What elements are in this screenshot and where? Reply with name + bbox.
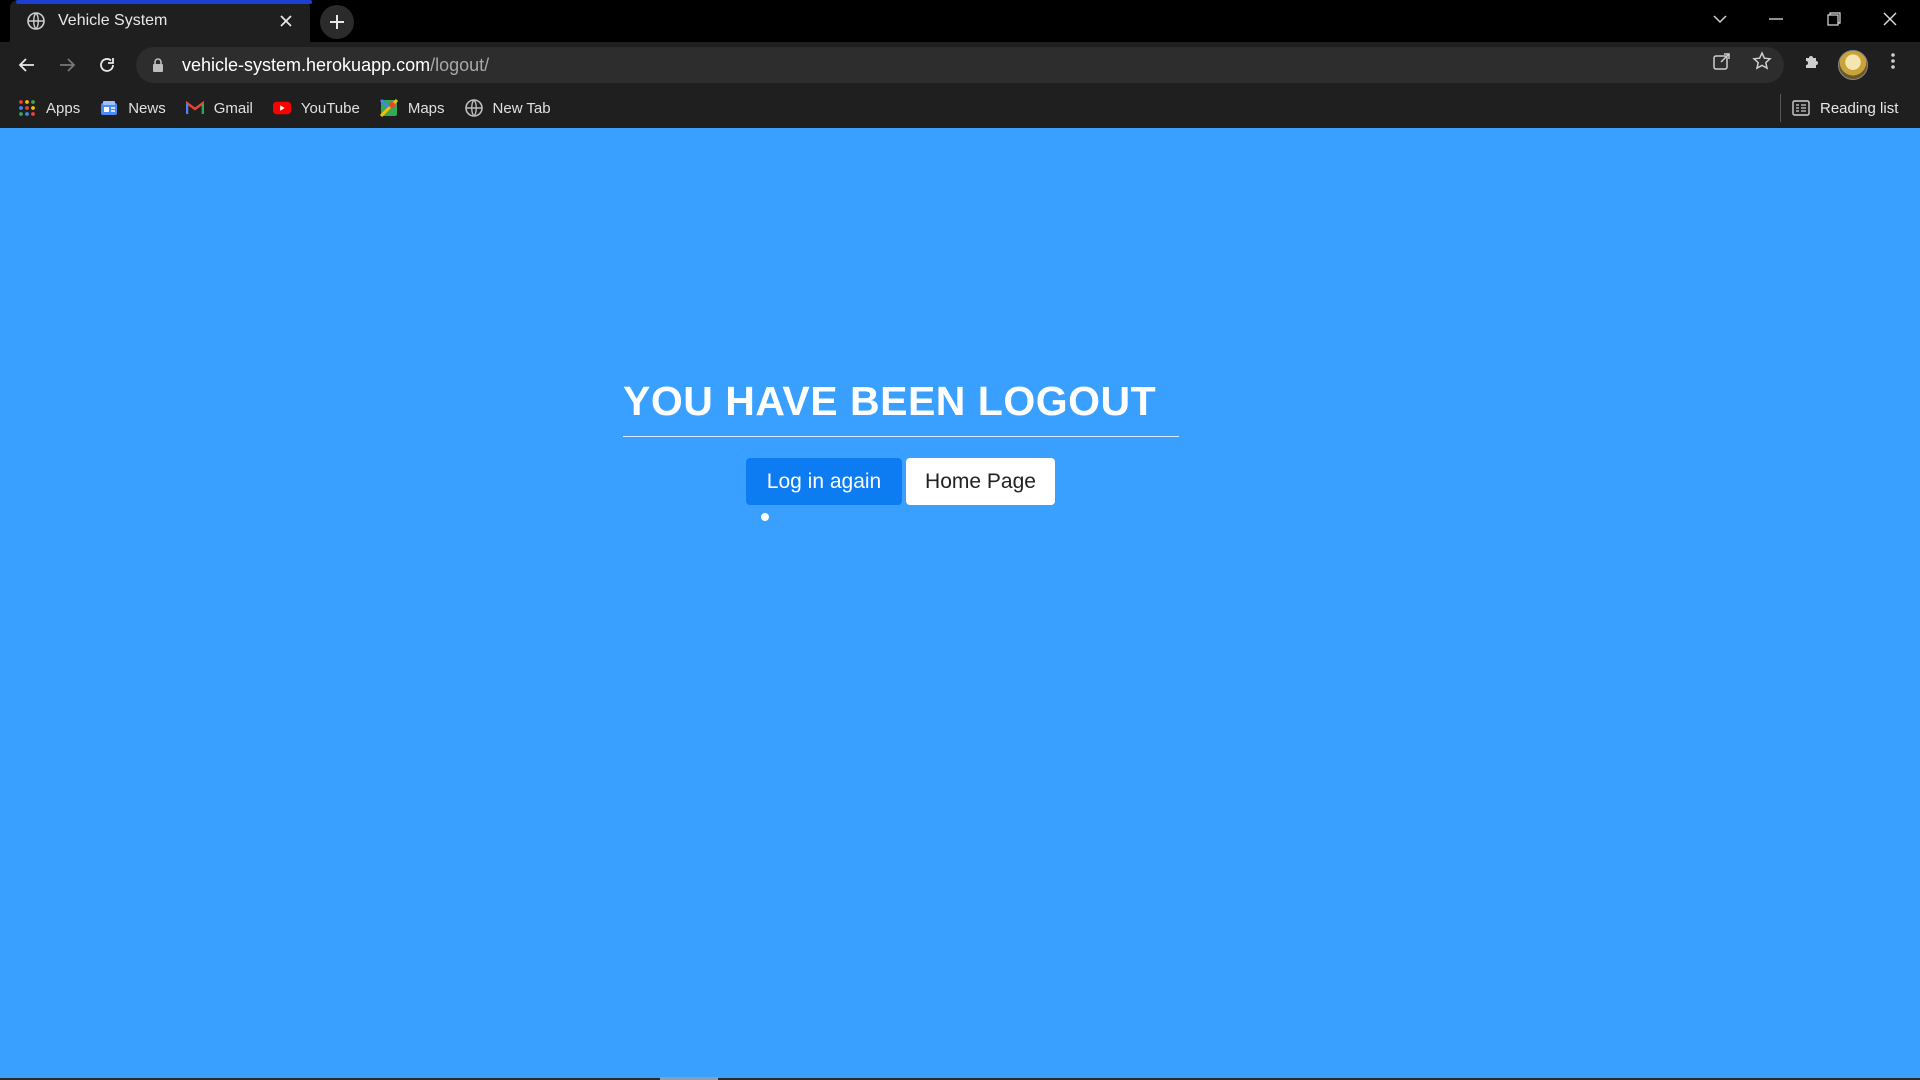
close-tab-icon[interactable]: [274, 9, 298, 33]
browser-toolbar: vehicle-system.herokuapp.com/logout/: [0, 42, 1920, 88]
bookmark-youtube[interactable]: YouTube: [263, 94, 370, 122]
page-content: YOU HAVE BEEN LOGOUT Log in again Home P…: [0, 128, 1920, 1080]
share-icon[interactable]: [1711, 50, 1733, 72]
url-host: vehicle-system.herokuapp.com: [182, 54, 431, 75]
bookmark-maps[interactable]: Maps: [370, 94, 455, 122]
bookmark-label: New Tab: [492, 99, 551, 117]
bookmark-apps[interactable]: Apps: [8, 94, 90, 122]
bookmark-label: YouTube: [300, 99, 360, 117]
globe-icon: [26, 11, 46, 31]
mouse-cursor: [761, 513, 769, 521]
bookmarks-bar: Apps News Gmail YouTube Maps New Tab: [0, 88, 1920, 128]
url-path: /logout/: [430, 54, 490, 75]
log-in-again-button[interactable]: Log in again: [746, 458, 902, 505]
tab-title: Vehicle System: [58, 12, 168, 29]
youtube-icon: [272, 99, 291, 117]
tab-strip: Vehicle System: [0, 0, 1920, 42]
bookmark-star-icon[interactable]: [1751, 50, 1773, 72]
extensions-icon[interactable]: [1801, 50, 1823, 72]
new-tab-button[interactable]: [320, 5, 354, 39]
lock-icon[interactable]: [150, 57, 166, 73]
reading-list-label: Reading list: [1820, 99, 1899, 117]
maps-icon: [379, 99, 398, 117]
browser-menu-icon[interactable]: [1882, 50, 1904, 72]
profile-avatar[interactable]: [1838, 50, 1868, 80]
bookmark-label: Maps: [407, 99, 445, 117]
minimize-button[interactable]: [1748, 0, 1804, 38]
reading-list-button[interactable]: Reading list: [1792, 94, 1898, 122]
bookmarks-separator: [1780, 94, 1781, 122]
gmail-icon: [185, 99, 204, 117]
apps-grid-icon: [18, 99, 36, 117]
bookmark-gmail[interactable]: Gmail: [176, 94, 263, 122]
globe-icon: [464, 99, 483, 117]
home-page-button[interactable]: Home Page: [906, 458, 1055, 505]
bookmark-label: Gmail: [213, 99, 253, 117]
bookmark-news[interactable]: News: [90, 94, 176, 122]
close-window-button[interactable]: [1862, 0, 1918, 38]
browser-tab[interactable]: Vehicle System: [10, 0, 312, 42]
browser-chrome: Vehicle System vehicle-system.herokuapp.…: [0, 0, 1920, 128]
logout-heading: YOU HAVE BEEN LOGOUT: [623, 378, 1157, 424]
back-button[interactable]: [9, 47, 45, 83]
bookmark-label: Apps: [46, 99, 81, 117]
address-bar[interactable]: vehicle-system.herokuapp.com/logout/: [136, 47, 1784, 83]
reload-button[interactable]: [89, 47, 125, 83]
forward-button[interactable]: [49, 47, 85, 83]
news-icon: [100, 99, 118, 117]
tab-search-icon[interactable]: [1692, 0, 1748, 38]
bookmark-new-tab[interactable]: New Tab: [455, 94, 561, 122]
tab-loading-indicator: [16, 0, 312, 4]
heading-divider: [623, 436, 1179, 437]
restore-button[interactable]: [1806, 0, 1862, 38]
reading-list-icon: [1792, 99, 1810, 117]
bookmark-label: News: [128, 99, 166, 117]
